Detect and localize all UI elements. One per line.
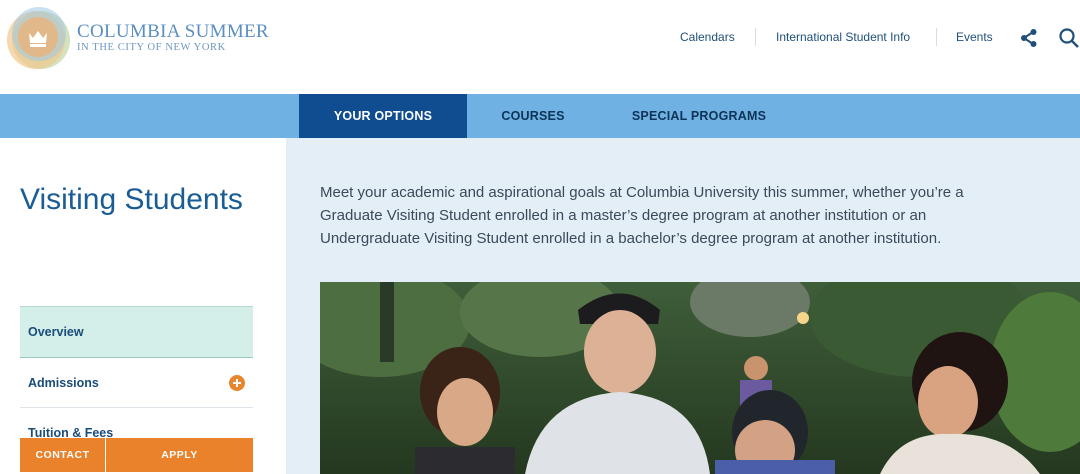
- sidebar-item-overview[interactable]: Overview: [20, 306, 253, 358]
- apply-button[interactable]: APPLY: [106, 438, 253, 472]
- brand-wordmark[interactable]: COLUMBIA SUMMER IN THE CITY OF NEW YORK: [77, 21, 269, 54]
- intro-paragraph: Meet your academic and aspirational goal…: [320, 184, 964, 247]
- share-icon[interactable]: [1019, 28, 1039, 48]
- tab-courses[interactable]: COURSES: [487, 94, 579, 138]
- site-header: COLUMBIA SUMMER IN THE CITY OF NEW YORK …: [0, 0, 1080, 94]
- page-title: Visiting Students: [20, 183, 243, 216]
- contact-button[interactable]: CONTACT: [20, 438, 105, 472]
- nav-divider: [936, 28, 937, 46]
- search-icon[interactable]: [1058, 27, 1080, 49]
- expand-plus-icon[interactable]: [229, 375, 245, 391]
- calendars-link[interactable]: Calendars: [680, 30, 735, 44]
- students-photo: [320, 282, 1080, 474]
- events-link[interactable]: Events: [956, 30, 993, 44]
- brand-subtitle: IN THE CITY OF NEW YORK: [77, 42, 226, 53]
- sidebar-item-label: Overview: [28, 325, 84, 339]
- nav-divider: [755, 28, 756, 46]
- sidebar-item-label: Admissions: [28, 376, 99, 390]
- international-student-info-link[interactable]: International Student Info: [776, 30, 910, 44]
- sidebar-item-admissions[interactable]: Admissions: [20, 358, 253, 408]
- tab-special-programs[interactable]: SPECIAL PROGRAMS: [620, 94, 778, 138]
- main-navigation: YOUR OPTIONS COURSES SPECIAL PROGRAMS: [0, 94, 1080, 138]
- columbia-crown-logo-icon[interactable]: [4, 4, 74, 70]
- tab-your-options[interactable]: YOUR OPTIONS: [299, 94, 467, 138]
- brand-title: COLUMBIA SUMMER: [77, 21, 269, 42]
